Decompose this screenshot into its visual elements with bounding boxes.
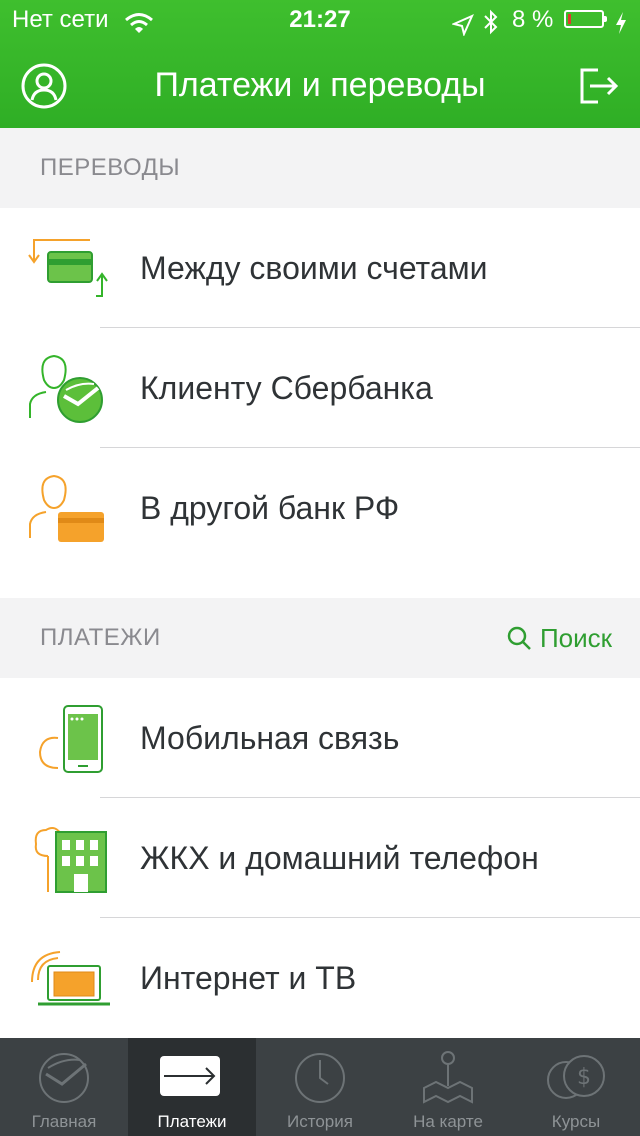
clock-icon — [295, 1053, 345, 1103]
logout-icon — [580, 68, 619, 104]
transfers-section-header: ПЕРЕВОДЫ — [0, 128, 640, 208]
laptop-icon — [24, 942, 114, 1014]
transfer-sberbank-client-label: Клиенту Сбербанка — [140, 370, 433, 406]
tab-home-label: Главная — [31, 1112, 97, 1131]
battery-level-fill — [568, 14, 571, 24]
payment-mobile[interactable]: Мобильная связь — [0, 678, 640, 798]
logout-button[interactable] — [574, 62, 622, 110]
transfer-other-bank[interactable]: В другой банк РФ — [0, 448, 640, 568]
tab-payments-label: Платежи — [157, 1112, 227, 1131]
tab-history[interactable]: История — [256, 1038, 384, 1136]
tab-history-label: История — [287, 1112, 353, 1131]
payment-internet-tv-label: Интернет и ТВ — [140, 960, 357, 996]
status-bar: Нет сети 21:27 8 % — [0, 0, 640, 40]
other-bank-icon — [24, 472, 114, 544]
battery-percent: 8 % — [512, 6, 554, 33]
tab-rates-label: Курсы — [551, 1112, 601, 1131]
transfer-own-accounts-label: Между своими счетами — [140, 250, 488, 286]
tab-bar: Главная Платежи История На карте $ Курсы — [0, 1038, 640, 1136]
search-button[interactable]: Поиск — [506, 618, 612, 658]
currency-icon: $ — [547, 1055, 605, 1099]
tab-rates[interactable]: $ Курсы — [512, 1038, 640, 1136]
sberbank-logo-icon — [39, 1053, 89, 1103]
search-icon — [507, 626, 531, 650]
payments-section-header: ПЛАТЕЖИ Поиск — [0, 598, 640, 678]
transfer-other-bank-label: В другой банк РФ — [140, 490, 400, 526]
location-arrow-icon — [450, 9, 474, 49]
tab-home[interactable]: Главная — [0, 1038, 128, 1136]
sberbank-client-icon — [24, 352, 114, 424]
title-bar: Платежи и переводы — [0, 48, 640, 128]
transfer-sberbank-client[interactable]: Клиенту Сбербанка — [0, 328, 640, 448]
tab-map[interactable]: На карте — [384, 1038, 512, 1136]
search-label: Поиск — [539, 622, 612, 653]
payment-internet-tv[interactable]: Интернет и ТВ — [0, 918, 640, 1038]
payment-utilities-label: ЖКХ и домашний телефон — [140, 840, 539, 876]
map-pin-icon — [423, 1051, 473, 1104]
mobile-phone-icon — [24, 702, 114, 774]
page-title: Платежи и переводы — [154, 66, 486, 104]
charging-bolt-icon — [614, 8, 628, 48]
own-accounts-transfer-icon — [24, 232, 114, 304]
app-header: Нет сети 21:27 8 % Платежи и переводы — [0, 0, 640, 128]
tab-payments[interactable]: Платежи — [128, 1038, 256, 1136]
bluetooth-icon — [482, 8, 500, 48]
payment-utilities[interactable]: ЖКХ и домашний телефон — [0, 798, 640, 918]
utilities-building-icon — [24, 822, 114, 894]
tab-map-label: На карте — [413, 1112, 483, 1131]
arrow-right-icon — [160, 1056, 220, 1096]
payment-mobile-label: Мобильная связь — [140, 720, 400, 756]
transfer-own-accounts[interactable]: Между своими счетами — [0, 208, 640, 328]
payments-section-title: ПЛАТЕЖИ — [40, 624, 161, 651]
transfers-section-title: ПЕРЕВОДЫ — [40, 154, 181, 181]
battery-icon — [564, 10, 607, 28]
svg-text:$: $ — [577, 1065, 591, 1090]
